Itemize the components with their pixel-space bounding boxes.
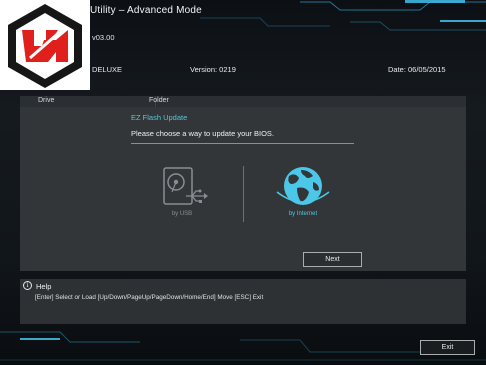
- brand-logo: [0, 0, 90, 90]
- tab-drive[interactable]: Drive: [38, 97, 54, 104]
- usb-drive-icon: [163, 167, 208, 205]
- ez-flash-title: EZ Flash Update: [131, 113, 188, 122]
- update-by-internet-option[interactable]: by Internet: [263, 162, 343, 222]
- help-title: Help: [36, 282, 52, 291]
- update-by-usb-option[interactable]: by USB: [142, 162, 222, 222]
- divider: [131, 143, 354, 144]
- exit-button[interactable]: Exit: [420, 340, 475, 355]
- bios-utility-version: v03.00: [92, 33, 115, 42]
- info-icon: i: [23, 281, 32, 290]
- tab-folder[interactable]: Folder: [149, 97, 169, 104]
- hexagon-logo-icon: [8, 4, 82, 88]
- file-browser-header: Drive Folder: [20, 96, 466, 107]
- bios-version: Version: 0219: [190, 65, 236, 74]
- internet-option-label: by Internet: [288, 211, 318, 217]
- globe-icon: [276, 167, 330, 205]
- ez-flash-prompt: Please choose a way to update your BIOS.: [131, 129, 275, 138]
- bios-screen: Utility – Advanced Mode v03.00 DELUXE Ve…: [0, 0, 486, 365]
- next-button[interactable]: Next: [303, 252, 362, 267]
- help-panel: [20, 279, 466, 324]
- usb-option-label: by USB: [171, 211, 193, 217]
- motherboard-model: DELUXE: [92, 65, 123, 74]
- help-key-hints: [Enter] Select or Load [Up/Down/PageUp/P…: [35, 294, 264, 301]
- date-display: Date: 06/05/2015: [388, 65, 446, 74]
- option-divider: [243, 166, 244, 222]
- window-title: Utility – Advanced Mode: [90, 5, 202, 16]
